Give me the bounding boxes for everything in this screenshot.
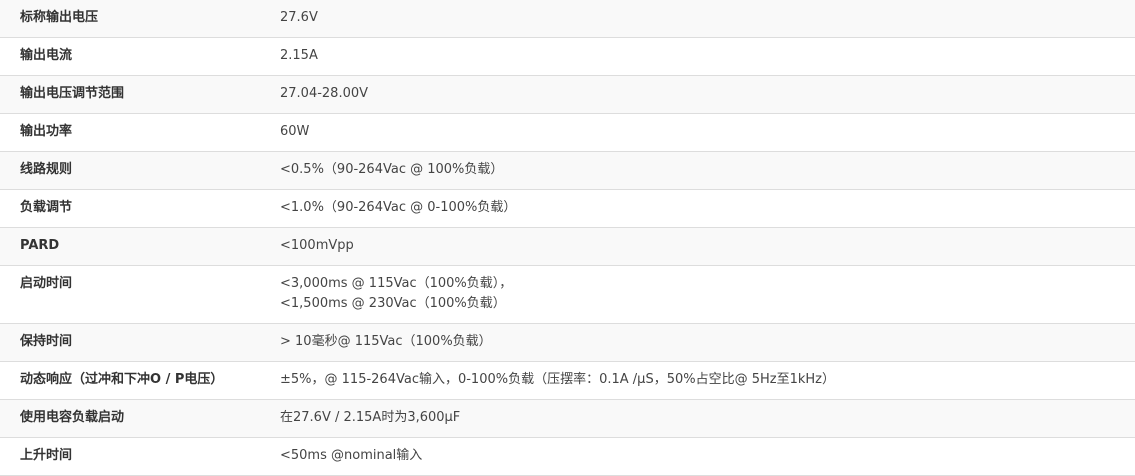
spec-value: 27.04-28.00V [280,76,1135,114]
spec-label: 启动时间 [20,276,73,291]
spec-row-pard: PARD <100mVpp [0,227,1135,266]
spec-row-startup-time: 启动时间 <3,000ms @ 115Vac（100%负载）， <1,500ms… [0,265,1135,324]
spec-label: 上升时间 [20,448,73,463]
spec-value: 27.6V [280,0,1135,38]
spec-label: PARD [20,238,60,253]
spec-label: 线路规则 [20,162,73,177]
spec-value-line: ±5%，@ 115-264Vac输入，0-100%负载（压摆率：0.1A /µS… [280,372,835,387]
spec-row-dynamic-response: 动态响应（过冲和下冲O / P电压） ±5%，@ 115-264Vac输入，0-… [0,361,1135,400]
spec-value-line: <1,500ms @ 230Vac（100%负载） [280,296,506,311]
spec-value: 60W [280,114,1135,152]
spec-label: 动态响应（过冲和下冲O / P电压） [20,372,224,387]
spec-value-line: > 10毫秒@ 115Vac（100%负载） [280,334,492,349]
spec-value-line: 27.6V [280,10,318,25]
spec-value: <50ms @nominal输入 [280,438,1135,476]
spec-value-line: <0.5%（90-264Vac @ 100%负载） [280,162,504,177]
spec-table: 标称输出电压 27.6V 输出电流 2.15A 输出电压调节范围 27.04-2… [0,0,1135,476]
spec-label: 输出电压调节范围 [20,86,125,101]
spec-value-line: <1.0%（90-264Vac @ 0-100%负载） [280,200,517,215]
spec-value: 在27.6V / 2.15A时为3,600µF [280,400,1135,438]
spec-label: 使用电容负载启动 [20,410,125,425]
spec-row-voltage-adj-range: 输出电压调节范围 27.04-28.00V [0,75,1135,114]
spec-value-line: 27.04-28.00V [280,86,369,101]
spec-row-load-regulation: 负载调节 <1.0%（90-264Vac @ 0-100%负载） [0,189,1135,228]
spec-value-line: 60W [280,124,310,139]
spec-value: <1.0%（90-264Vac @ 0-100%负载） [280,190,1135,228]
spec-row-capacitive-load: 使用电容负载启动 在27.6V / 2.15A时为3,600µF [0,399,1135,438]
spec-row-rise-time: 上升时间 <50ms @nominal输入 [0,437,1135,476]
spec-row-output-power: 输出功率 60W [0,113,1135,152]
spec-row-hold-up-time: 保持时间 > 10毫秒@ 115Vac（100%负载） [0,323,1135,362]
spec-value: <0.5%（90-264Vac @ 100%负载） [280,152,1135,190]
spec-value-line: <100mVpp [280,238,354,253]
spec-value: > 10毫秒@ 115Vac（100%负载） [280,324,1135,362]
spec-label: 输出功率 [20,124,73,139]
spec-value-line: 在27.6V / 2.15A时为3,600µF [280,410,461,425]
spec-value: <3,000ms @ 115Vac（100%负载）， <1,500ms @ 23… [280,266,1135,324]
spec-row-line-regulation: 线路规则 <0.5%（90-264Vac @ 100%负载） [0,151,1135,190]
spec-label: 输出电流 [20,48,73,63]
spec-value: ±5%，@ 115-264Vac输入，0-100%负载（压摆率：0.1A /µS… [280,362,1135,400]
spec-value: 2.15A [280,38,1135,76]
spec-value-line: 2.15A [280,48,318,63]
spec-label: 保持时间 [20,334,73,349]
spec-value-line: <3,000ms @ 115Vac（100%负载）， [280,276,513,291]
spec-value: <100mVpp [280,228,1135,266]
spec-label: 负载调节 [20,200,73,215]
spec-value-line: <50ms @nominal输入 [280,448,423,463]
spec-row-rated-voltage: 标称输出电压 27.6V [0,0,1135,38]
spec-row-output-current: 输出电流 2.15A [0,37,1135,76]
spec-label: 标称输出电压 [20,10,99,25]
